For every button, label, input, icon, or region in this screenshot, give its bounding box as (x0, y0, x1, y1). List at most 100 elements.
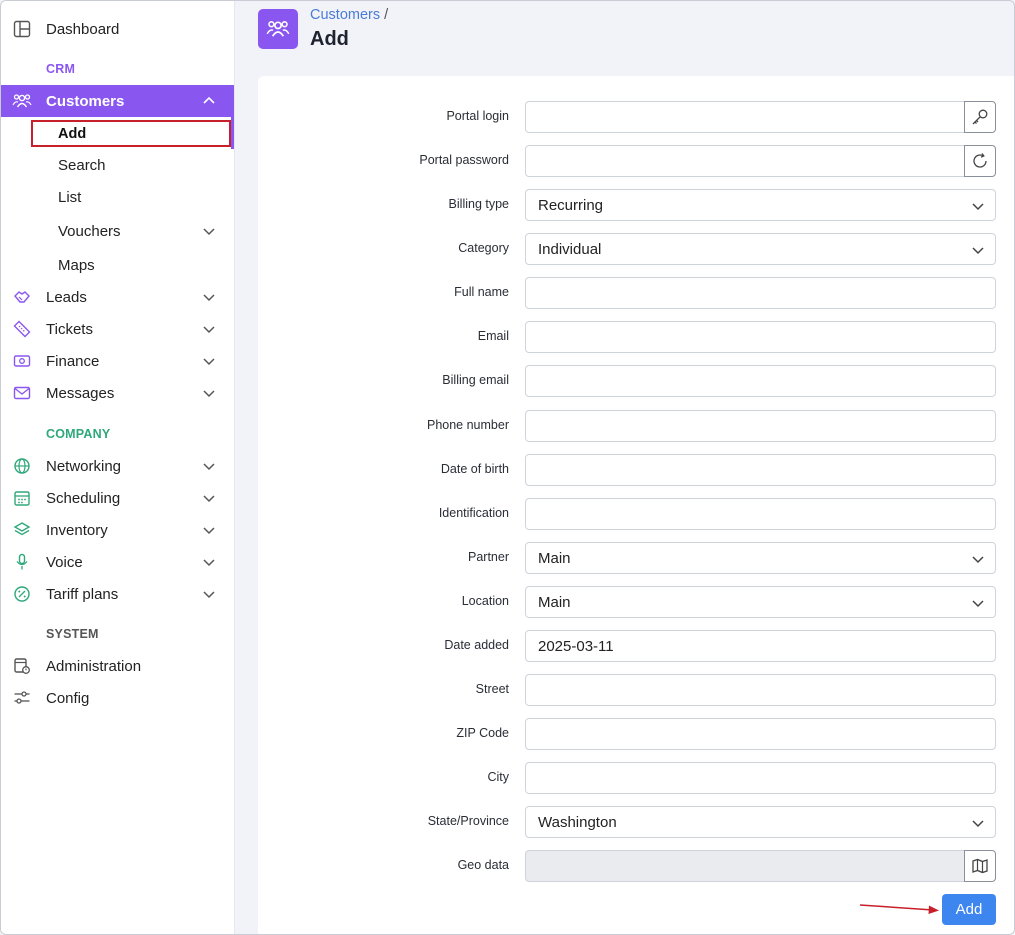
sidebar-item-tickets[interactable]: Tickets (1, 313, 234, 345)
section-title-company: COMPANY (46, 427, 111, 441)
sidebar-item-label: Inventory (46, 521, 108, 539)
sidebar-item-label: Scheduling (46, 489, 121, 507)
state-province-select[interactable]: Washington (525, 806, 996, 838)
label-zip-code: ZIP Code (456, 726, 509, 740)
category-select[interactable]: Individual (525, 233, 996, 265)
identification-input[interactable] (525, 498, 996, 530)
sidebar-item-label: Tariff plans (46, 585, 119, 603)
label-date-added: Date added (444, 638, 509, 652)
sidebar-item-scheduling[interactable]: Scheduling (1, 482, 234, 514)
label-state-province: State/Province (427, 814, 509, 828)
breadcrumb-separator: / (384, 7, 389, 23)
label-portal-password: Portal password (419, 153, 509, 167)
sidebar-subitem-add[interactable]: Add (31, 120, 231, 147)
breadcrumb-link-customers[interactable]: Customers (310, 7, 380, 23)
sidebar-subitem-vouchers[interactable]: Vouchers (1, 215, 234, 247)
label-full-name: Full name (454, 285, 509, 299)
label-phone-number: Phone number (426, 418, 509, 432)
chevron-down-icon (203, 527, 215, 535)
globe-icon (12, 457, 32, 475)
label-geo-data: Geo data (457, 858, 509, 872)
sidebar-item-label: Tickets (46, 320, 93, 338)
key-icon (972, 109, 988, 125)
sidebar-subitem-label: Add (58, 126, 87, 142)
sidebar-subitem-label: Vouchers (58, 222, 121, 240)
label-portal-login: Portal login (446, 109, 509, 123)
customers-icon (12, 92, 32, 110)
portal-login-input[interactable] (525, 101, 965, 133)
money-icon (12, 352, 32, 370)
sidebar-subitem-search[interactable]: Search (58, 157, 106, 174)
generate-password-button[interactable] (964, 145, 996, 177)
sidebar-item-finance[interactable]: Finance (1, 345, 234, 377)
phone-number-input[interactable] (525, 410, 996, 442)
sidebar-item-leads[interactable]: Leads (1, 281, 234, 313)
date-added-input[interactable]: 2025-03-11 (525, 630, 996, 662)
chevron-down-icon (203, 294, 215, 302)
sidebar-item-dashboard[interactable]: Dashboard (1, 13, 234, 45)
label-category: Category (458, 241, 509, 255)
add-submit-button[interactable]: Add (942, 894, 996, 925)
sliders-icon (12, 689, 32, 707)
sidebar-item-administration[interactable]: Administration (1, 650, 234, 682)
date-of-birth-input[interactable] (525, 454, 996, 486)
microphone-icon (12, 553, 32, 571)
label-city: City (487, 770, 509, 784)
label-billing-type: Billing type (448, 197, 509, 211)
zip-code-input[interactable] (525, 718, 996, 750)
chevron-down-icon (203, 358, 215, 366)
sidebar-item-voice[interactable]: Voice (1, 546, 234, 578)
sidebar-item-label: Config (46, 689, 90, 707)
location-value: Main (538, 593, 571, 611)
chevron-up-icon (203, 96, 215, 104)
label-identification: Identification (438, 506, 509, 520)
sidebar-subitem-maps[interactable]: Maps (58, 257, 95, 274)
annotation-arrow-icon (859, 904, 939, 914)
label-location: Location (461, 594, 509, 608)
sidebar-item-networking[interactable]: Networking (1, 450, 234, 482)
chevron-down-icon (203, 228, 215, 236)
geo-map-button[interactable] (964, 850, 996, 882)
sidebar-item-label: Voice (46, 553, 83, 571)
chevron-down-icon (203, 591, 215, 599)
full-name-input[interactable] (525, 277, 996, 309)
sidebar-item-label: Leads (46, 288, 87, 306)
sidebar-item-config[interactable]: Config (1, 682, 234, 714)
calendar-icon (12, 489, 32, 507)
sidebar-subitem-list[interactable]: List (58, 189, 81, 206)
partner-select[interactable]: Main (525, 542, 996, 574)
sidebar-item-customers[interactable]: Customers (1, 85, 234, 117)
sidebar-item-label: Networking (46, 457, 122, 475)
generate-login-button[interactable] (964, 101, 996, 133)
map-icon (972, 858, 988, 874)
portal-password-input[interactable] (525, 145, 965, 177)
chevron-down-icon (203, 463, 215, 471)
handshake-icon (12, 288, 32, 306)
billing-email-input[interactable] (525, 365, 996, 397)
sidebar-item-label: Dashboard (46, 20, 120, 38)
email-input[interactable] (525, 321, 996, 353)
section-title-system: SYSTEM (46, 627, 99, 641)
ticket-icon (12, 320, 32, 338)
partner-value: Main (538, 549, 571, 567)
envelope-icon (12, 384, 32, 402)
layers-icon (12, 521, 32, 539)
city-input[interactable] (525, 762, 996, 794)
state-province-value: Washington (538, 813, 617, 831)
dashboard-icon (12, 20, 32, 38)
label-email: Email (477, 329, 509, 343)
location-select[interactable]: Main (525, 586, 996, 618)
app-window: Dashboard CRM Customers Add Search List … (0, 0, 1015, 935)
geo-data-input (525, 850, 965, 882)
sidebar-item-messages[interactable]: Messages (1, 377, 234, 409)
sidebar-item-label: Administration (46, 657, 142, 675)
sidebar-item-inventory[interactable]: Inventory (1, 514, 234, 546)
sidebar: Dashboard CRM Customers Add Search List … (1, 1, 235, 934)
sidebar-item-label: Customers (46, 92, 125, 110)
section-title-crm: CRM (46, 62, 76, 76)
sidebar-item-tariff-plans[interactable]: Tariff plans (1, 578, 234, 610)
street-input[interactable] (525, 674, 996, 706)
billing-type-select[interactable]: Recurring (525, 189, 996, 221)
chevron-down-icon (203, 495, 215, 503)
breadcrumb: Customers / (310, 7, 388, 23)
